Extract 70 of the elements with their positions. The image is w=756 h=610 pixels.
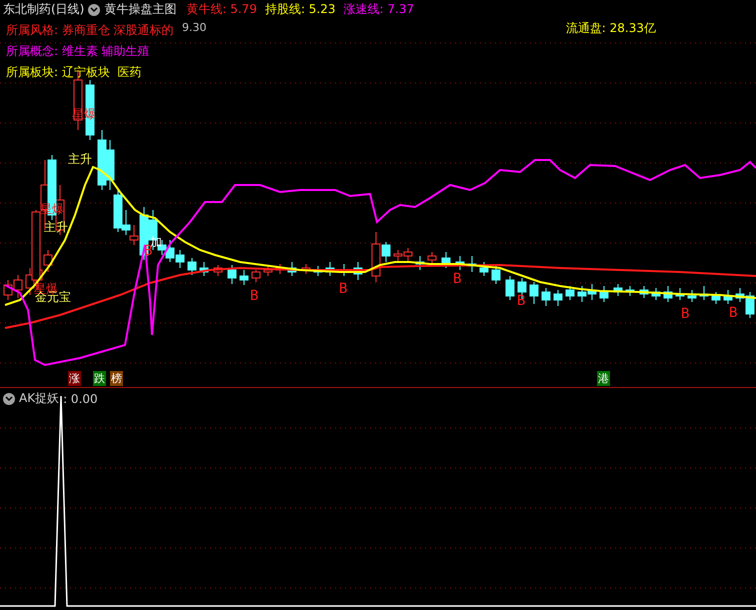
candlestick [588, 284, 596, 300]
stock-title: 东北制药(日线) [3, 1, 84, 18]
candlestick [326, 262, 334, 276]
candlestick [554, 290, 562, 306]
candlestick [44, 250, 52, 272]
float-cap-label: 流通盘: 28.33亿 [566, 20, 656, 37]
candlestick [176, 250, 184, 268]
signal-tag: 港 [597, 371, 610, 386]
indicator-reading: 持股线: 5.23 [264, 1, 336, 18]
candlestick [600, 286, 608, 302]
candlestick [530, 282, 538, 304]
candlestick [264, 266, 272, 276]
stock-info-line: 所属风格: 券商重仓 深股通标的 [6, 22, 174, 39]
indicator-name: AK捉妖 [19, 390, 60, 407]
candlestick [252, 270, 260, 282]
dropdown-icon[interactable] [3, 392, 15, 404]
buy-signal-label: B [681, 307, 690, 321]
candlestick [578, 286, 586, 302]
signal-tag: 涨 [68, 371, 81, 386]
candlestick [4, 280, 12, 300]
buy-signal-label: B [339, 282, 348, 296]
candlestick [712, 292, 720, 304]
indicator-name: 黄牛操盘主图 [104, 1, 176, 18]
candlestick [480, 262, 488, 276]
candlestick [86, 80, 94, 140]
candlestick [240, 270, 248, 286]
candlestick [468, 256, 476, 272]
candlestick [652, 288, 660, 300]
buy-signal-label: B [453, 272, 462, 286]
candlestick [404, 248, 412, 262]
buy-signal-label: B [517, 294, 526, 308]
indicator-reading: 涨速线: 7.37 [344, 1, 414, 18]
candlestick [98, 130, 106, 190]
candlestick [626, 286, 634, 296]
candlestick [676, 288, 684, 300]
candlestick [456, 256, 464, 270]
signal-tag: 跌 [93, 371, 106, 386]
candlestick [664, 286, 672, 302]
chart-label: 主升 [68, 153, 92, 165]
candlestick [106, 140, 114, 190]
candlestick [688, 290, 696, 302]
candlestick [288, 262, 296, 276]
candlestick [700, 286, 708, 300]
signal-tag: 榜 [110, 371, 123, 386]
indicator-value: : 0.00 [63, 392, 98, 406]
chart-label: 9.30 [182, 22, 206, 33]
candlestick [200, 262, 208, 276]
candlestick [640, 286, 648, 298]
candlestick [394, 250, 402, 262]
candlestick [188, 258, 196, 276]
buy-signal-label: B [250, 289, 258, 303]
candlestick [506, 276, 514, 300]
candlestick [354, 262, 362, 280]
stock-info-line: 所属概念: 维生素 辅助生殖 [6, 43, 150, 60]
candlestick [442, 252, 450, 268]
dropdown-icon[interactable] [88, 4, 100, 16]
candlestick [14, 274, 22, 298]
candlestick [228, 264, 236, 284]
candlestick [566, 286, 574, 300]
candlestick [542, 288, 550, 306]
candlestick [614, 284, 622, 296]
candlestick [724, 290, 732, 304]
candlestick [416, 256, 424, 270]
candlestick [492, 266, 500, 284]
candlestick [214, 264, 222, 276]
buy-signal-label: B [144, 244, 152, 258]
candlestick [302, 264, 310, 274]
indicator-reading: 黄牛线: 5.79 [186, 1, 257, 18]
candlestick [314, 266, 322, 276]
buy-signal-label: B [729, 306, 738, 320]
